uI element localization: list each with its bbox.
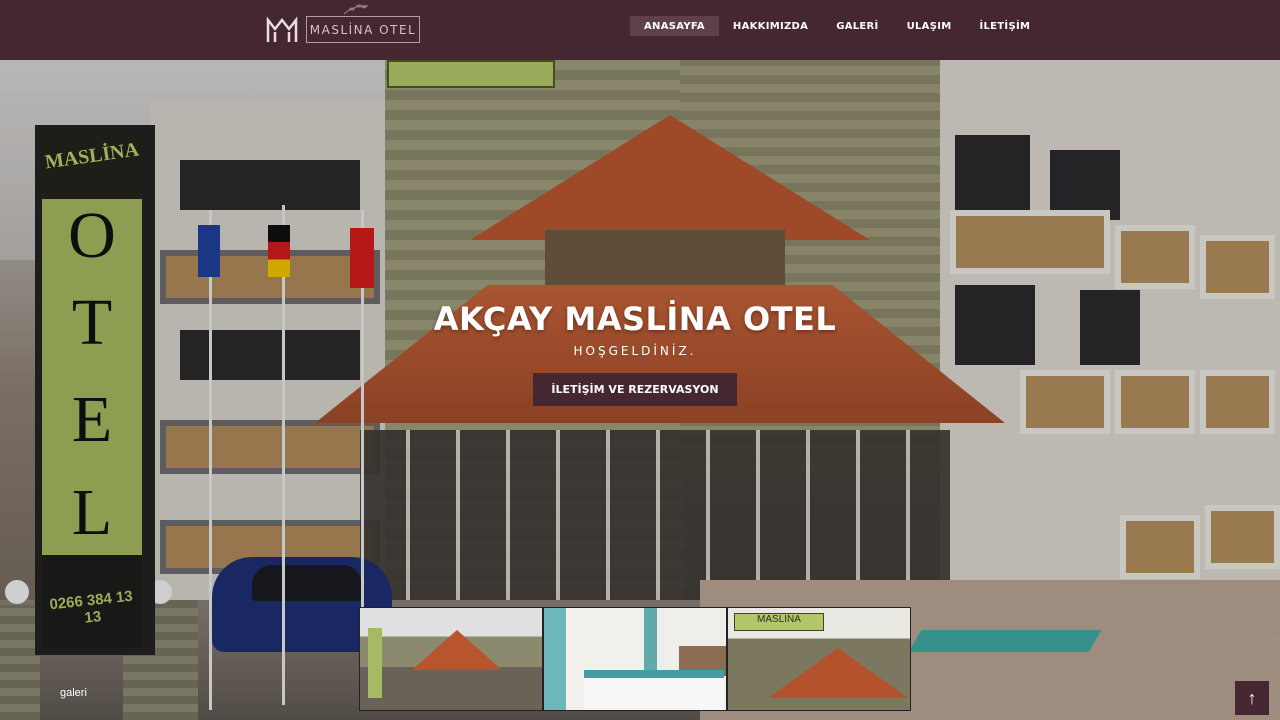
thumb-roof: [768, 648, 908, 698]
gallery-thumb-exterior[interactable]: [359, 607, 543, 711]
logo-text: MASLİNA OTEL: [309, 22, 417, 37]
nav-item-hakkimizda[interactable]: HAKKIMIZDA: [719, 16, 822, 36]
logo-wordmark-box: MASLİNA OTEL: [306, 16, 420, 43]
main-nav: ANASAYFA HAKKIMIZDA GALERİ ULAŞIM İLETİŞ…: [630, 16, 1044, 36]
gallery-thumb-room[interactable]: [543, 607, 727, 711]
scroll-to-top-button[interactable]: ↑: [1235, 681, 1269, 715]
hero-title: AKÇAY MASLİNA OTEL: [433, 300, 837, 338]
hero-subtitle: HOŞGELDİNİZ.: [573, 344, 697, 358]
nav-item-galeri[interactable]: GALERİ: [822, 16, 892, 36]
arrow-up-icon: ↑: [1247, 687, 1257, 708]
thumb-sign: [368, 628, 382, 698]
logo-monogram-icon: [266, 15, 298, 42]
thumb-roof: [412, 630, 502, 670]
nav-item-iletisim[interactable]: İLETİŞİM: [965, 16, 1044, 36]
gallery-strip: MASLİNA: [359, 607, 911, 711]
site-header: MASLİNA OTEL ANASAYFA HAKKIMIZDA GALERİ …: [0, 0, 1280, 60]
nav-item-anasayfa[interactable]: ANASAYFA: [630, 16, 719, 36]
thumb-bed: [584, 670, 724, 710]
contact-reservation-button[interactable]: İLETİŞİM VE REZERVASYON: [533, 373, 737, 406]
gallery-label[interactable]: galeri: [60, 687, 87, 699]
gallery-thumb-roof[interactable]: MASLİNA: [727, 607, 911, 711]
nav-item-ulasim[interactable]: ULAŞIM: [893, 16, 966, 36]
site-logo[interactable]: MASLİNA OTEL: [266, 4, 420, 44]
olive-branch-icon: [343, 4, 369, 15]
thumb-rooftop-sign: MASLİNA: [734, 613, 824, 631]
